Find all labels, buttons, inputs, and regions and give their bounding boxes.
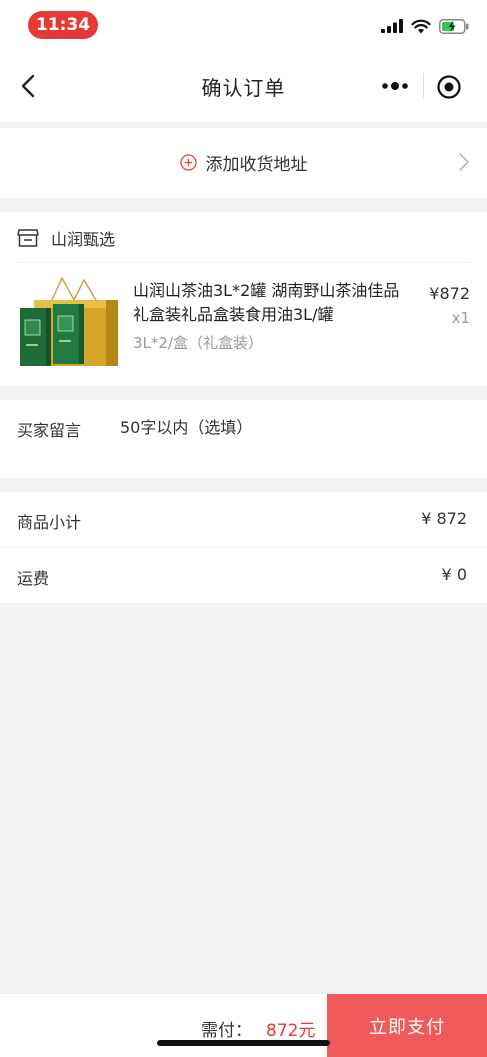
checkout-bar: 需付： 872元 立即支付 [0,993,487,1057]
chevron-right-icon [459,153,469,171]
status-bar: 11:34 [0,0,487,50]
shop-name: 山润甄选 [51,230,116,249]
total-label: 需付： [201,1021,252,1041]
status-icons [381,17,469,35]
wifi-icon [411,19,431,33]
product-price: ¥872 [429,284,470,303]
total-amount: 872元 [266,1021,316,1041]
product-quantity: x1 [451,309,470,327]
shipping-label: 运费 [17,569,50,588]
home-indicator [157,1040,330,1046]
subtotal-row: 商品小计 ¥ 872 [17,509,467,533]
pay-now-button[interactable]: 立即支付 [327,994,487,1057]
plus-circle-icon [179,154,197,171]
buyer-message-label: 买家留言 [17,421,82,440]
shipping-value: ¥ 0 [441,565,467,584]
divider [17,262,470,263]
buyer-message-input[interactable] [120,413,460,441]
shop-icon [17,229,39,247]
add-address-label: 添加收货地址 [205,155,308,175]
add-address-content: 添加收货地址 [0,150,487,175]
buyer-message-row: 买家留言 [0,400,487,478]
product-image[interactable] [18,274,120,370]
capsule-divider [423,73,424,99]
shop-header: 山润甄选 [17,226,115,250]
subtotal-label: 商品小计 [17,513,82,532]
order-summary: 商品小计 ¥ 872 运费 ¥ 0 [0,492,487,603]
add-address-row[interactable]: 添加收货地址 [0,128,487,198]
product-spec: 3L*2/盒（礼盒装） [133,334,263,352]
product-title[interactable]: 山润山茶油3L*2罐 湖南野山茶油佳品礼盒装礼品盒装食用油3L/罐 [133,279,408,327]
more-dots-icon[interactable] [380,76,410,96]
battery-charging-icon [439,18,469,34]
shipping-row: 运费 ¥ 0 [17,565,467,589]
signal-icon [381,19,403,33]
status-time: 11:34 [28,11,98,39]
subtotal-value: ¥ 872 [421,509,467,528]
nav-bar: 确认订单 [0,50,487,122]
shop-card: 山润甄选 山润山茶油3L*2罐 湖南野山茶油佳品礼盒装礼品盒装食用油3L/罐 3… [0,212,487,386]
close-target-icon[interactable] [436,74,462,100]
page-title: 确认订单 [201,76,286,100]
divider [0,547,487,548]
